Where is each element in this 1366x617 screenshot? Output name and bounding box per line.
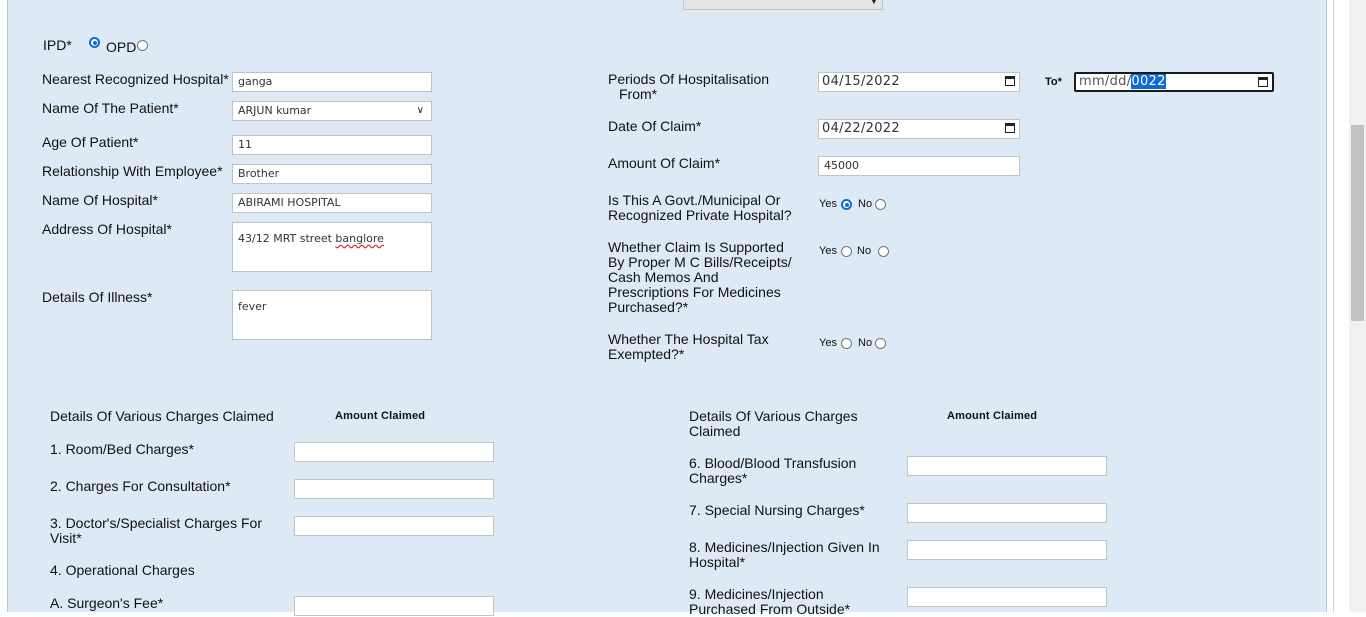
hospital-address-text: 43/12 MRT street (238, 232, 336, 245)
calendar-icon[interactable] (1005, 123, 1015, 133)
nursing-charges-input[interactable] (907, 503, 1107, 523)
period-to-label: To* (1045, 76, 1062, 88)
calendar-icon[interactable] (1258, 77, 1268, 87)
patient-name-select[interactable]: ARJUN kumar ∨ (232, 101, 432, 121)
bills-supported-label-5: Purchased?* (608, 299, 689, 315)
hospital-name-input[interactable]: ABIRAMI HOSPITAL (232, 193, 432, 213)
opd-radio[interactable] (137, 40, 148, 51)
tax-exempted-label: Whether The Hospital Tax (608, 331, 769, 347)
claim-date-value: 04/22/2022 (822, 121, 900, 136)
patient-name-value: ARJUN kumar (238, 104, 312, 117)
tax-exempted-yes-label: Yes (819, 337, 837, 349)
consultation-charges-label: 2. Charges For Consultation* (50, 478, 231, 494)
govt-hospital-yes-radio[interactable] (841, 199, 852, 210)
surgeon-fee-label: A. Surgeon's Fee* (50, 595, 164, 611)
govt-hospital-yes-label: Yes (819, 198, 837, 210)
chevron-down-icon: ▼ (869, 0, 879, 6)
bills-supported-label-3: Cash Memos And (608, 269, 719, 285)
bills-supported-no-radio[interactable] (878, 246, 889, 257)
bills-supported-label-2: By Proper M C Bills/Receipts/ (608, 254, 792, 270)
period-from-date-input[interactable]: 04/15/2022 (818, 72, 1020, 92)
page-edge (1333, 0, 1334, 612)
tax-exempted-no-label: No (858, 337, 873, 349)
bills-supported-label-4: Prescriptions For Medicines (608, 284, 781, 300)
doctor-charges-label: 3. Doctor's/Specialist Charges For (50, 515, 262, 531)
blood-charges-label: 6. Blood/Blood Transfusion (689, 455, 857, 471)
tax-exempted-yes-radio[interactable] (841, 338, 852, 349)
bills-supported-yes-label: Yes (819, 245, 837, 257)
period-from-label: From* (619, 86, 658, 102)
medicines-outside-label-2: Purchased From Outside* (689, 601, 851, 617)
patient-age-label: Age Of Patient* (42, 134, 139, 150)
medicines-in-hospital-label-2: Hospital* (689, 554, 746, 570)
relationship-input[interactable]: Brother (232, 164, 432, 184)
govt-hospital-label: Is This A Govt./Municipal Or (608, 192, 781, 208)
claim-date-label: Date Of Claim* (608, 118, 702, 134)
nursing-charges-label: 7. Special Nursing Charges* (689, 502, 865, 518)
consultation-charges-input[interactable] (294, 479, 494, 499)
amount-claimed-header-right: Amount Claimed (947, 410, 1038, 422)
medicines-in-hospital-input[interactable] (907, 540, 1107, 560)
govt-hospital-no-radio[interactable] (875, 199, 886, 210)
period-to-selected-year: 0022 (1131, 74, 1166, 89)
top-select[interactable]: ▼ (683, 0, 883, 10)
bills-supported-label: Whether Claim Is Supported (608, 239, 784, 255)
opd-label: OPD (106, 39, 137, 55)
hospital-name-label: Name Of Hospital* (42, 192, 158, 208)
patient-age-input[interactable]: 11 (232, 135, 432, 155)
operational-charges-label: 4. Operational Charges (50, 562, 195, 578)
calendar-icon[interactable] (1005, 76, 1015, 86)
room-charges-input[interactable] (294, 442, 494, 462)
misspelled-word: banglore (335, 232, 384, 245)
ipd-radio[interactable] (89, 37, 100, 48)
room-charges-label: 1. Room/Bed Charges* (50, 441, 194, 457)
govt-hospital-label-2: Recognized Private Hospital? (608, 207, 792, 223)
blood-charges-input[interactable] (907, 456, 1107, 476)
chevron-down-icon: ∨ (416, 105, 424, 116)
period-from-value: 04/15/2022 (822, 74, 900, 89)
relationship-label: Relationship With Employee* (42, 163, 223, 179)
surgeon-fee-input[interactable] (294, 596, 494, 616)
patient-name-label: Name Of The Patient* (42, 100, 179, 116)
bills-supported-no-label: No (857, 245, 872, 257)
hospital-address-textarea[interactable]: 43/12 MRT street banglore (232, 222, 432, 272)
nearest-hospital-label: Nearest Recognized Hospital* (42, 71, 229, 87)
scrollbar-thumb[interactable] (1351, 125, 1364, 321)
vertical-scrollbar[interactable] (1349, 0, 1366, 612)
govt-hospital-no-label: No (858, 198, 873, 210)
tax-exempted-no-radio[interactable] (875, 338, 886, 349)
bills-supported-yes-radio[interactable] (841, 246, 852, 257)
period-to-placeholder: mm/dd/ (1079, 74, 1132, 89)
doctor-charges-label-2: Visit* (50, 530, 82, 546)
charges-right-header-2: Claimed (689, 423, 741, 439)
illness-details-label: Details Of Illness* (42, 289, 153, 305)
doctor-charges-input[interactable] (294, 516, 494, 536)
blood-charges-label-2: Charges* (689, 470, 748, 486)
charges-left-header: Details Of Various Charges Claimed (50, 408, 274, 424)
medicines-outside-label: 9. Medicines/Injection (689, 586, 824, 602)
tax-exempted-label-2: Exempted?* (608, 346, 685, 362)
hospital-address-label: Address Of Hospital* (42, 221, 172, 237)
claim-date-input[interactable]: 04/22/2022 (818, 119, 1020, 139)
claim-amount-label: Amount Of Claim* (608, 155, 721, 171)
medicines-in-hospital-label: 8. Medicines/Injection Given In (689, 539, 880, 555)
period-label: Periods Of Hospitalisation (608, 71, 770, 87)
medicines-outside-input[interactable] (907, 587, 1107, 607)
nearest-hospital-input[interactable]: ganga (232, 72, 432, 92)
charges-right-header: Details Of Various Charges (689, 408, 858, 424)
period-to-date-input[interactable]: mm/dd/0022 (1074, 72, 1274, 92)
amount-claimed-header-left: Amount Claimed (335, 410, 426, 422)
illness-details-textarea[interactable]: fever (232, 290, 432, 340)
claim-amount-input[interactable]: 45000 (818, 156, 1020, 176)
ipd-label: IPD* (43, 37, 72, 53)
